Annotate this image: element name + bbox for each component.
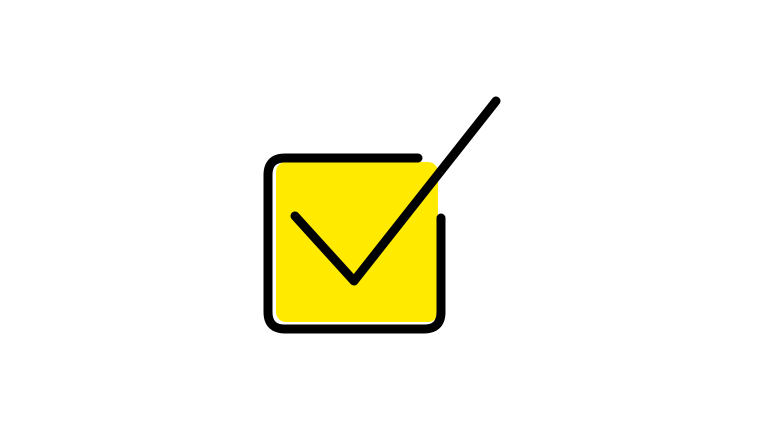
canvas [0,0,768,432]
checkbox-svg [263,96,501,334]
checkbox-checked-icon [0,0,768,432]
checkbox-fill [276,162,438,322]
